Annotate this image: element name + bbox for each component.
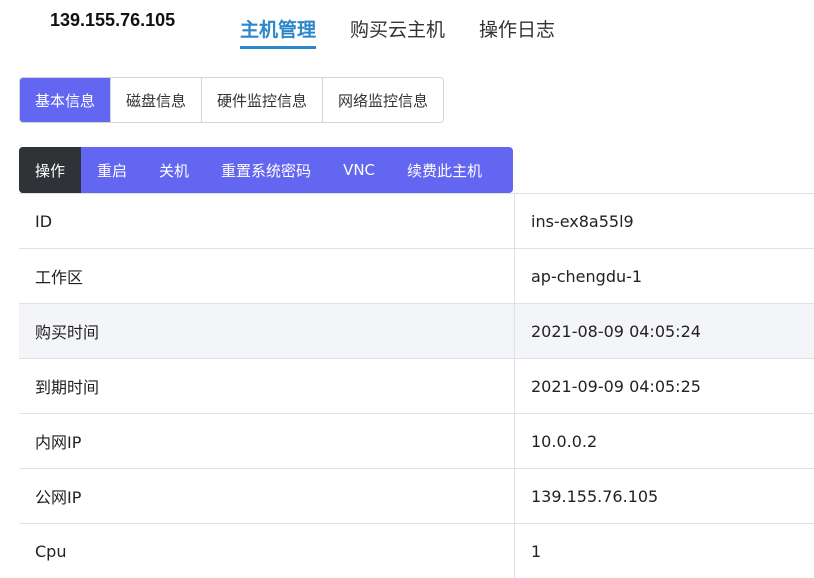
- row-value: 2021-09-09 04:05:25: [515, 359, 814, 414]
- table-row: 购买时间 2021-08-09 04:05:24: [19, 304, 814, 359]
- row-label: 内网IP: [19, 414, 515, 469]
- row-value: 2021-08-09 04:05:24: [515, 304, 814, 359]
- top-nav: 主机管理 购买云主机 操作日志: [240, 15, 555, 49]
- row-label: ID: [19, 194, 515, 249]
- table-row: 内网IP 10.0.0.2: [19, 414, 814, 469]
- table-row: 到期时间 2021-09-09 04:05:25: [19, 359, 814, 414]
- nav-operation-log[interactable]: 操作日志: [479, 15, 555, 49]
- row-label: 购买时间: [19, 304, 515, 359]
- vnc-button[interactable]: VNC: [327, 147, 391, 193]
- reset-password-button[interactable]: 重置系统密码: [205, 147, 327, 193]
- host-info-table: ID ins-ex8a55l9 工作区 ap-chengdu-1 购买时间 20…: [19, 193, 814, 578]
- shutdown-button[interactable]: 关机: [143, 147, 205, 193]
- row-value: 139.155.76.105: [515, 469, 814, 524]
- row-value: ins-ex8a55l9: [515, 194, 814, 249]
- table-row: 工作区 ap-chengdu-1: [19, 249, 814, 304]
- row-label: Cpu: [19, 524, 515, 578]
- row-label: 工作区: [19, 249, 515, 304]
- row-label: 到期时间: [19, 359, 515, 414]
- row-value: ap-chengdu-1: [515, 249, 814, 304]
- info-tabs: 基本信息 磁盘信息 硬件监控信息 网络监控信息: [19, 77, 444, 123]
- table-row: Cpu 1: [19, 524, 814, 578]
- tab-basic-info[interactable]: 基本信息: [20, 78, 110, 122]
- restart-button[interactable]: 重启: [81, 147, 143, 193]
- host-ip-title: 139.155.76.105: [50, 10, 175, 31]
- row-value: 10.0.0.2: [515, 414, 814, 469]
- renew-host-button[interactable]: 续费此主机: [391, 147, 498, 193]
- action-bar: 操作 重启 关机 重置系统密码 VNC 续费此主机: [19, 147, 513, 193]
- tab-network-monitor[interactable]: 网络监控信息: [322, 78, 443, 122]
- operations-label: 操作: [19, 147, 81, 193]
- nav-host-management[interactable]: 主机管理: [240, 15, 316, 49]
- tab-disk-info[interactable]: 磁盘信息: [110, 78, 201, 122]
- nav-buy-cloud-host[interactable]: 购买云主机: [350, 15, 445, 49]
- tab-hardware-monitor[interactable]: 硬件监控信息: [201, 78, 322, 122]
- row-value: 1: [515, 524, 814, 578]
- table-row: 公网IP 139.155.76.105: [19, 469, 814, 524]
- table-row: ID ins-ex8a55l9: [19, 194, 814, 249]
- row-label: 公网IP: [19, 469, 515, 524]
